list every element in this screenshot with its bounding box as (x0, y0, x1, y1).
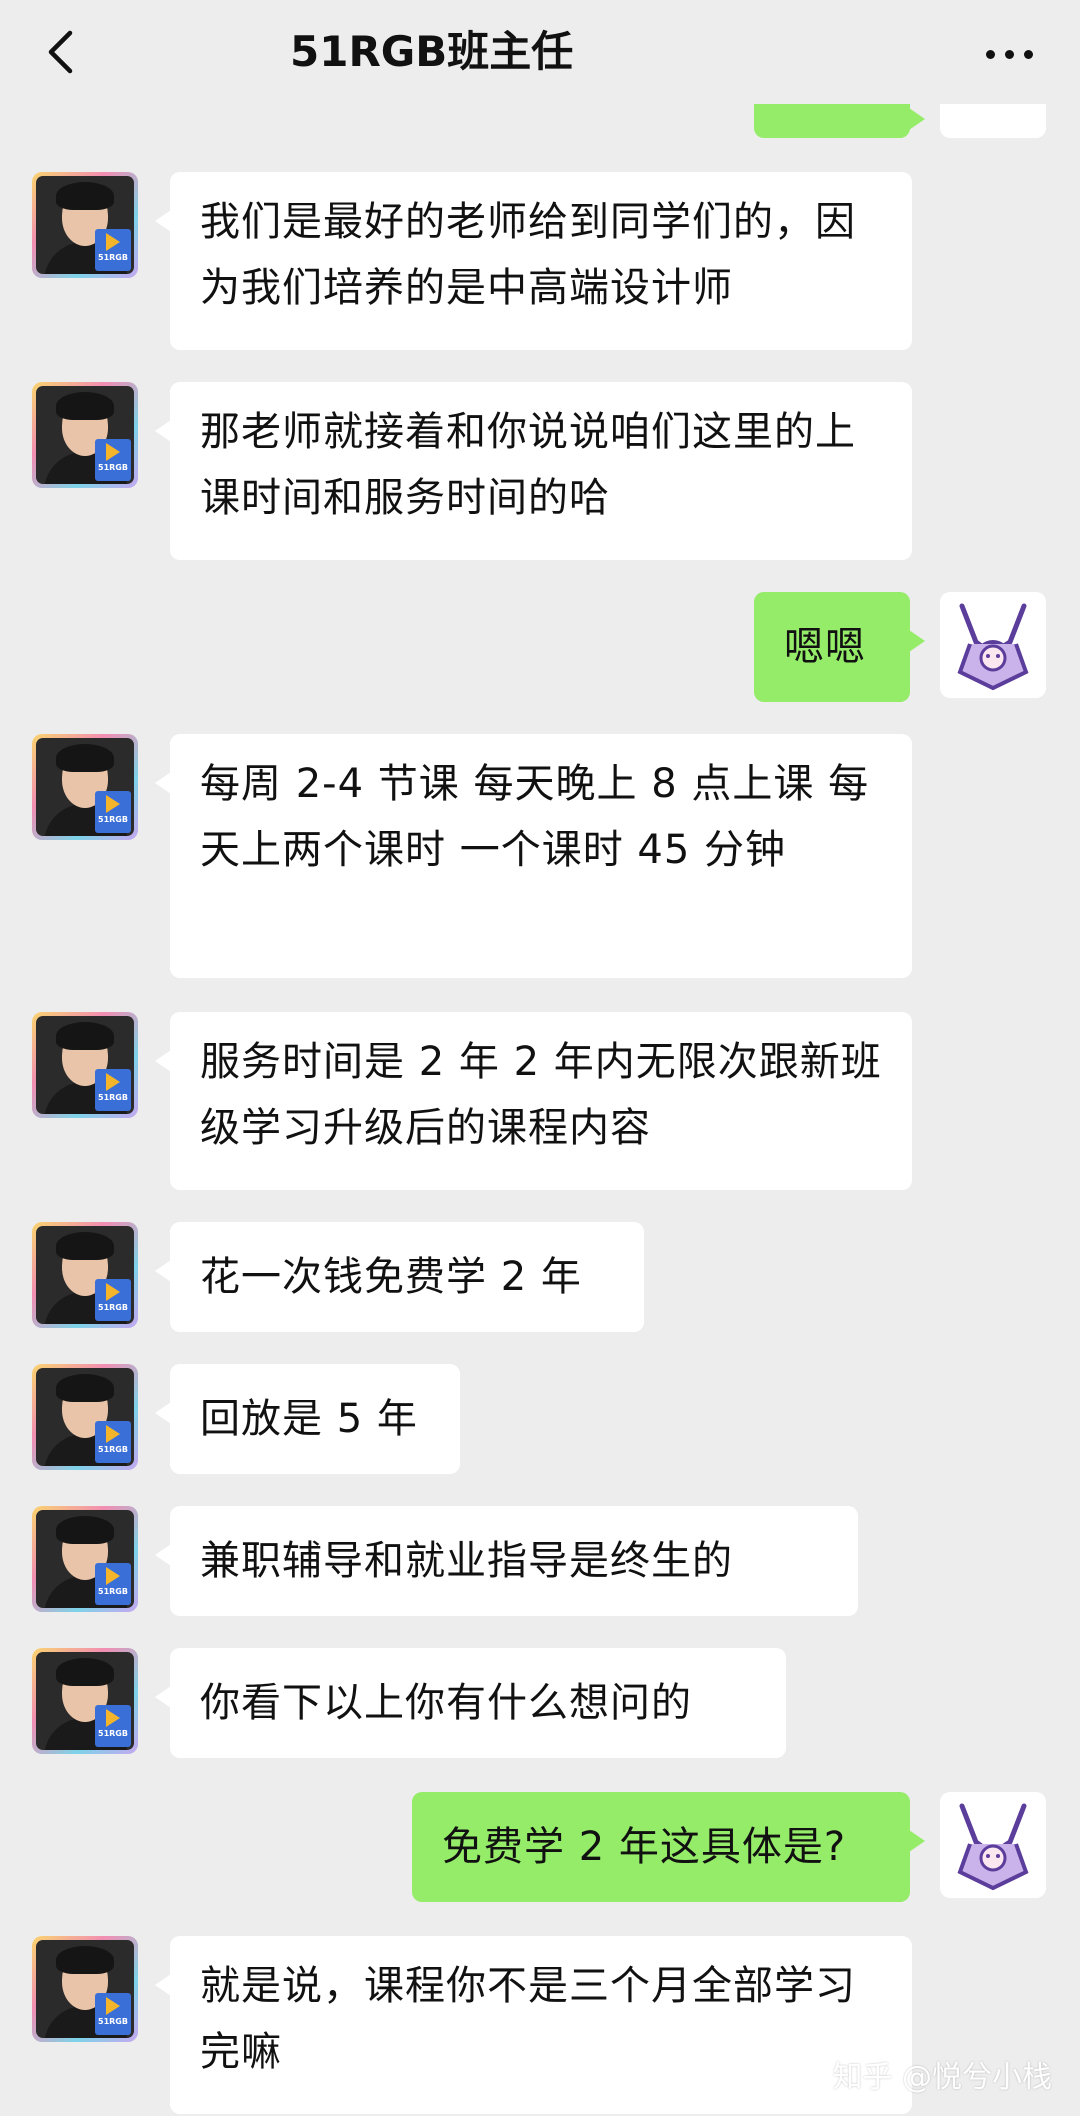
chat-header: 51RGB班主任 (0, 0, 1080, 104)
chat-message-list[interactable]: 51RGB 我们是最好的老师给到同学们的，因为我们培养的是中高端设计师 51RG… (0, 0, 1080, 2116)
chat-title: 51RGB班主任 (290, 27, 574, 76)
teacher-avatar[interactable]: 51RGB (32, 1222, 138, 1328)
user-avatar-image (957, 1803, 1029, 1891)
teacher-avatar[interactable]: 51RGB (32, 1648, 138, 1754)
message-bubble[interactable]: 每周 2-4 节课 每天晚上 8 点上课 每天上两个课时 一个课时 45 分钟 (155, 734, 912, 978)
brand-logo-icon: 51RGB (95, 1421, 131, 1463)
brand-logo-icon: 51RGB (95, 229, 131, 271)
brand-logo-icon: 51RGB (95, 791, 131, 833)
brand-logo-icon: 51RGB (95, 1279, 131, 1321)
message-bubble[interactable]: 服务时间是 2 年 2 年内无限次跟新班级学习升级后的课程内容 (155, 1012, 912, 1190)
teacher-avatar[interactable]: 51RGB (32, 382, 138, 488)
more-dots-icon (985, 49, 1033, 59)
teacher-avatar[interactable]: 51RGB (32, 172, 138, 278)
brand-logo-icon: 51RGB (95, 1993, 131, 2035)
teacher-avatar[interactable]: 51RGB (32, 1506, 138, 1612)
message-bubble[interactable]: 花一次钱免费学 2 年 (155, 1222, 644, 1332)
message-bubble[interactable]: 回放是 5 年 (155, 1364, 460, 1474)
message-bubble[interactable]: 就是说，课程你不是三个月全部学习完嘛 (155, 1936, 912, 2114)
teacher-avatar[interactable]: 51RGB (32, 1936, 138, 2042)
chevron-left-icon (48, 30, 73, 74)
teacher-avatar[interactable]: 51RGB (32, 1364, 138, 1470)
user-avatar[interactable] (940, 592, 1046, 698)
brand-logo-icon: 51RGB (95, 439, 131, 481)
teacher-avatar[interactable]: 51RGB (32, 734, 138, 840)
message-bubble[interactable]: 我们是最好的老师给到同学们的，因为我们培养的是中高端设计师 (155, 172, 912, 350)
brand-logo-icon: 51RGB (95, 1563, 131, 1605)
message-bubble[interactable]: 那老师就接着和你说说咱们这里的上课时间和服务时间的哈 (155, 382, 912, 560)
message-bubble[interactable]: 免费学 2 年这具体是? (412, 1792, 925, 1902)
watermark: 知乎 @悦兮小栈 (832, 2060, 1052, 2095)
user-avatar[interactable] (940, 1792, 1046, 1898)
message-bubble[interactable]: 嗯嗯 (754, 592, 925, 702)
teacher-avatar[interactable]: 51RGB (32, 1012, 138, 1118)
message-bubble[interactable]: 兼职辅导和就业指导是终生的 (155, 1506, 858, 1616)
message-bubble[interactable]: 你看下以上你有什么想问的 (155, 1648, 786, 1758)
brand-logo-icon: 51RGB (95, 1705, 131, 1747)
back-button[interactable] (30, 22, 90, 82)
brand-logo-icon: 51RGB (95, 1069, 131, 1111)
more-options-button[interactable] (974, 26, 1044, 82)
user-avatar-image (957, 603, 1029, 691)
